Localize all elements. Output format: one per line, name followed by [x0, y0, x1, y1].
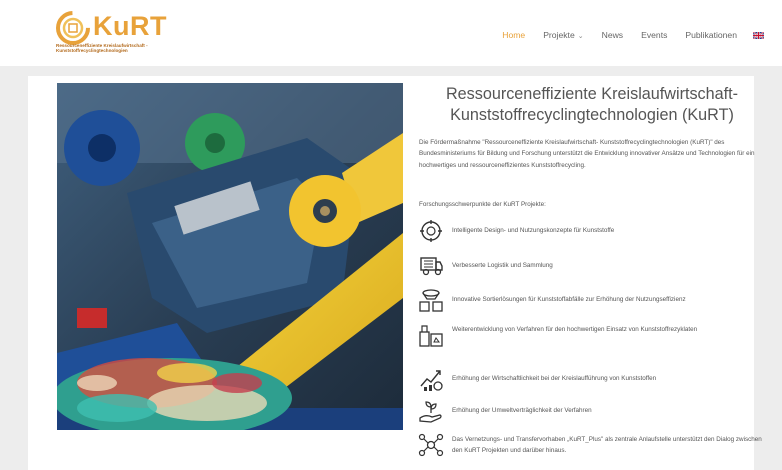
design-concept-icon [420, 220, 442, 242]
sorting-bins-icon [419, 289, 443, 312]
logistics-truck-icon [420, 257, 443, 276]
network-icon [418, 433, 444, 457]
list-item: Intelligente Design- und Nutzungskonzept… [418, 218, 768, 244]
list-item: Verbesserte Logistik und Sammlung [418, 253, 768, 279]
nav-events[interactable]: Events [641, 30, 667, 40]
intro-text: Die Fördermaßnahme "Ressourceneffiziente… [419, 139, 755, 169]
list-item: Erhöhung der Umweltverträglichkeit der V… [418, 398, 768, 424]
chevron-down-icon: ⌄ [577, 33, 584, 40]
economic-growth-icon [420, 370, 443, 391]
uk-flag-icon[interactable] [753, 31, 764, 39]
logo-subtitle: Ressourceneffiziente Kreislaufwirtschaft… [56, 43, 148, 54]
nav-publikationen[interactable]: Publikationen [685, 30, 737, 40]
recycling-machine-image [57, 83, 403, 430]
feature-text: Weiterentwicklung von Verfahren für den … [452, 326, 698, 333]
list-item: Erhöhung der Wirtschaftlichkeit bei der … [418, 366, 768, 392]
main-nav: Home Projekte ⌄ News Events Publikationen [484, 28, 764, 42]
logo-wordmark: KuRT [93, 11, 167, 41]
feature-text: Erhöhung der Wirtschaftlichkeit bei der … [452, 375, 657, 382]
list-item: Innovative Sortierlösungen für Kunststof… [418, 287, 768, 313]
feature-text: Innovative Sortierlösungen für Kunststof… [452, 296, 686, 303]
kurt-logo-icon [56, 11, 90, 45]
feature-text: Erhöhung der Umweltverträglichkeit der V… [452, 407, 592, 414]
nav-projekte[interactable]: Projekte ⌄ [543, 30, 583, 40]
feature-text: Intelligente Design- und Nutzungskonzept… [452, 227, 615, 234]
list-item: Weiterentwicklung von Verfahren für den … [418, 322, 768, 348]
site-header: KuRT Ressourceneffiziente Kreislaufwirts… [0, 0, 782, 66]
feature-text: Verbesserte Logistik und Sammlung [452, 262, 553, 269]
nav-news[interactable]: News [602, 30, 624, 40]
recycling-process-icon [419, 325, 443, 347]
page-title: Ressourceneffiziente Kreislaufwirtschaft… [445, 85, 739, 124]
feature-text: Das Vernetzungs- und Transfervorhaben „K… [452, 436, 762, 454]
research-focus-heading: Forschungsschwerpunkte der KuRT Projekte… [419, 201, 546, 208]
list-item: Das Vernetzungs- und Transfervorhaben „K… [418, 432, 768, 458]
kurt-logo[interactable]: KuRT Ressourceneffiziente Kreislaufwirts… [55, 10, 167, 58]
environment-hand-icon [419, 401, 442, 423]
nav-projekte-label: Projekte [543, 30, 575, 40]
nav-home[interactable]: Home [502, 30, 525, 40]
